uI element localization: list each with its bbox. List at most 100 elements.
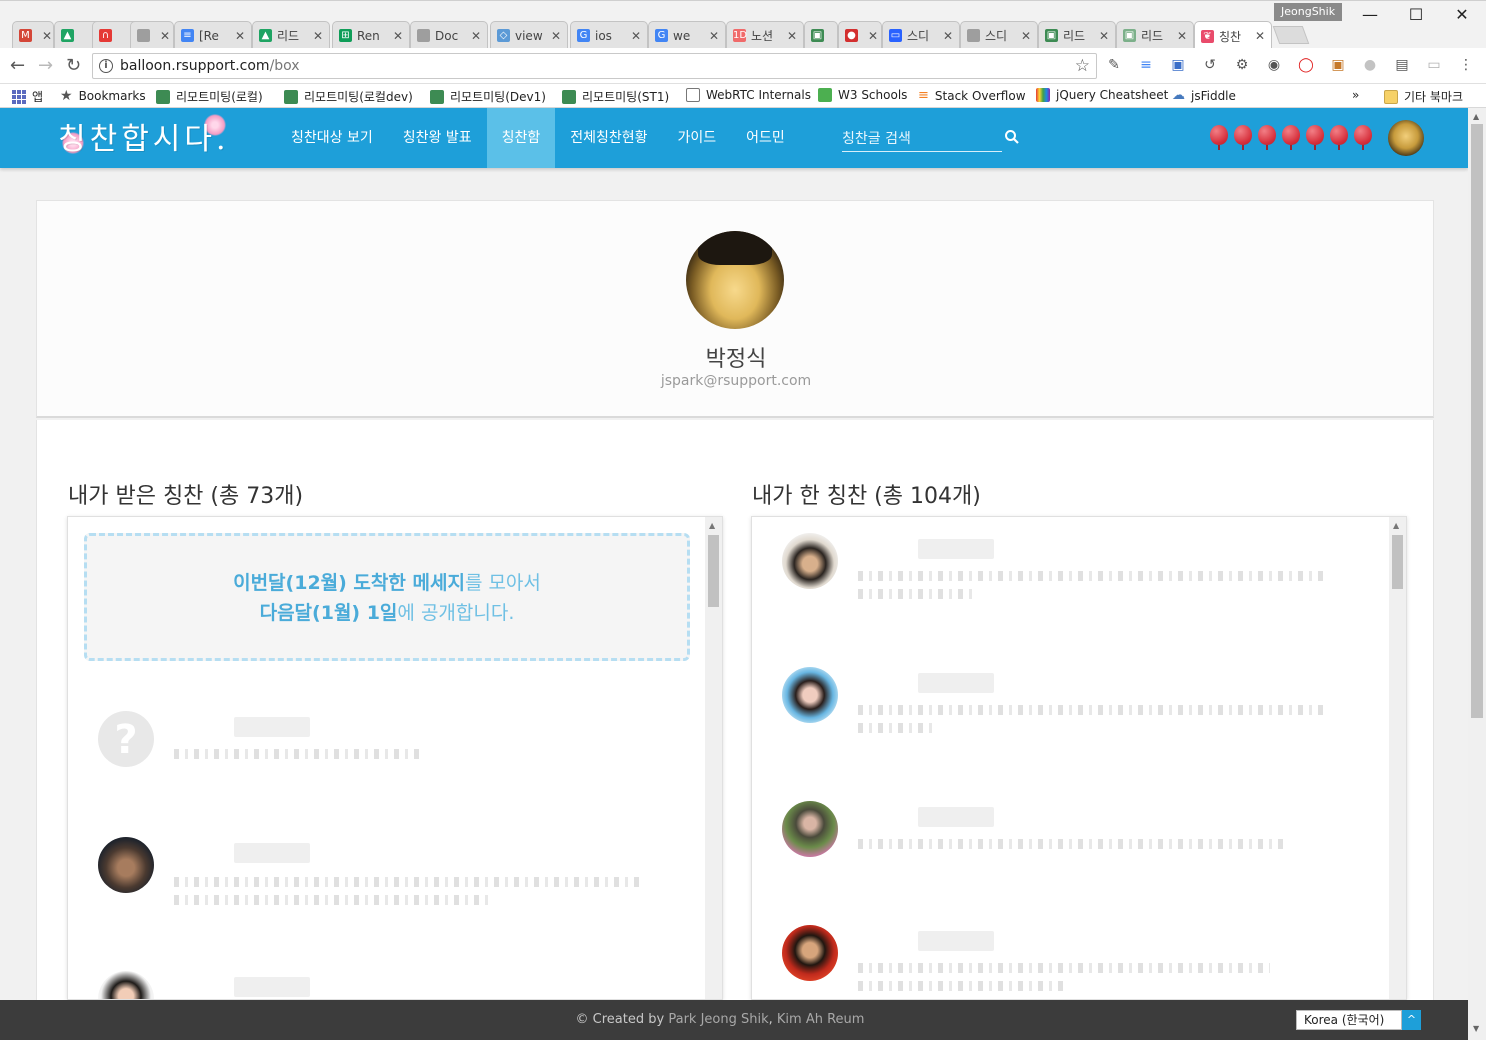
bookmark-remotemeeting-local[interactable]: 리모트미팅(로컬): [156, 88, 263, 105]
language-select[interactable]: Korea (한국어): [1296, 1010, 1402, 1030]
sent-item[interactable]: [782, 801, 1362, 871]
scroll-thumb[interactable]: [1392, 535, 1403, 589]
browser-tab[interactable]: ❦ 칭찬 ✕: [1194, 21, 1272, 50]
bookmark-remotemeeting-st1[interactable]: 리모트미팅(ST1): [562, 88, 669, 105]
address-url[interactable]: balloon.rsupport.com/box: [120, 58, 300, 74]
tab-close-icon[interactable]: ✕: [943, 29, 953, 43]
browser-tab[interactable]: Gwe ✕: [648, 21, 726, 49]
browser-tab[interactable]: Gios ✕: [570, 21, 648, 49]
bookmark-jsfiddle[interactable]: ☁ jsFiddle: [1172, 88, 1236, 103]
tab-close-icon[interactable]: ✕: [235, 29, 245, 43]
bookmark-apps[interactable]: 앱: [12, 88, 43, 105]
browser-tab[interactable]: ◇ view ✕: [490, 21, 568, 49]
browser-tab[interactable]: M ✕: [12, 21, 54, 49]
tab-close-icon[interactable]: ✕: [868, 29, 878, 43]
sent-item[interactable]: [782, 533, 1362, 603]
bookmark-webrtc-internals[interactable]: WebRTC Internals: [686, 88, 811, 102]
bookmarks-overflow-chevron[interactable]: »: [1352, 88, 1359, 102]
received-praise-list[interactable]: 이번달(12월) 도착한 메세지를 모아서 다음달(1월) 1일에 공개합니다.…: [67, 516, 723, 1000]
browser-tab[interactable]: ▲ 리드 ✕: [252, 21, 330, 49]
back-arrow-icon[interactable]: ←: [10, 56, 25, 76]
cast-extension-icon[interactable]: ▭: [1426, 57, 1442, 73]
tab-close-icon[interactable]: ✕: [709, 29, 719, 43]
forward-arrow-icon[interactable]: →: [38, 56, 53, 76]
opera-extension-icon[interactable]: ◯: [1298, 57, 1314, 73]
browser-tab[interactable]: ▣: [804, 21, 838, 49]
praise-search-input[interactable]: 칭찬글 검색: [842, 128, 1002, 152]
tab-close-icon[interactable]: ✕: [1177, 29, 1187, 43]
received-list-scrollbar[interactable]: ▲: [705, 517, 722, 999]
tab-close-icon[interactable]: ✕: [42, 29, 52, 43]
browser-tab[interactable]: 스디 ✕: [960, 21, 1038, 49]
browser-tab[interactable]: ▭ 스디 ✕: [882, 21, 960, 49]
bookmark-remotemeeting-localdev[interactable]: 리모트미팅(로컬dev): [284, 88, 413, 105]
bookmark-jquery-cheatsheet[interactable]: jQuery Cheatsheet: [1036, 88, 1168, 102]
scroll-down-icon[interactable]: ▼: [1473, 1024, 1479, 1033]
bookmark-remotemeeting-dev1[interactable]: 리모트미팅(Dev1): [430, 88, 546, 105]
new-tab-button[interactable]: [1272, 26, 1310, 44]
bookmark-w3schools[interactable]: W3 Schools: [818, 88, 907, 102]
sent-list-scrollbar[interactable]: ▲: [1389, 517, 1406, 999]
tab-close-icon[interactable]: ✕: [787, 29, 797, 43]
search-icon[interactable]: [1004, 129, 1020, 145]
browser-tab[interactable]: ● ✕: [838, 21, 882, 49]
tab-close-icon[interactable]: ✕: [631, 29, 641, 43]
scroll-thumb[interactable]: [708, 535, 719, 607]
minimize-icon[interactable]: —: [1360, 5, 1380, 25]
maximize-icon[interactable]: ☐: [1406, 5, 1426, 25]
received-item[interactable]: [98, 837, 678, 907]
user-avatar[interactable]: [1388, 120, 1424, 156]
film-extension-icon[interactable]: ▤: [1394, 57, 1410, 73]
received-item[interactable]: [98, 971, 678, 999]
chrome-menu-icon[interactable]: ⋮: [1458, 57, 1474, 73]
sent-praise-list[interactable]: ▲: [751, 516, 1407, 1000]
close-window-icon[interactable]: ✕: [1452, 5, 1472, 25]
settings-gear-icon[interactable]: ⚙: [1234, 57, 1250, 73]
tab-close-icon[interactable]: ✕: [393, 29, 403, 43]
disabled-extension-icon[interactable]: ●: [1362, 57, 1378, 73]
nav-guide[interactable]: 가이드: [663, 108, 732, 168]
sent-item[interactable]: [782, 925, 1362, 995]
profile-name-chip[interactable]: JeongShik: [1274, 3, 1343, 21]
screen-capture-extension-icon[interactable]: ▣: [1170, 57, 1186, 73]
scroll-up-icon[interactable]: ▲: [1473, 112, 1479, 121]
browser-tab[interactable]: ✕: [130, 21, 174, 49]
tab-close-icon[interactable]: ✕: [1255, 29, 1265, 43]
browser-tab[interactable]: ⊞ Ren ✕: [332, 21, 410, 49]
site-info-icon[interactable]: i: [99, 59, 113, 73]
nav-admin[interactable]: 어드민: [731, 108, 800, 168]
browser-tab[interactable]: ≡ [Re ✕: [174, 21, 252, 49]
nav-view-targets[interactable]: 칭찬대상 보기: [276, 108, 388, 168]
history-extension-icon[interactable]: ↺: [1202, 57, 1218, 73]
bookmark-stackoverflow[interactable]: ≡ Stack Overflow: [918, 88, 1026, 103]
reload-icon[interactable]: ↻: [66, 56, 81, 76]
translate-extension-icon[interactable]: ≡: [1138, 57, 1154, 73]
page-scroll-thumb[interactable]: [1471, 124, 1483, 718]
bookmark-bookmarks-folder[interactable]: ★ Bookmarks: [60, 88, 146, 104]
browser-tab[interactable]: ▣ 리드 ✕: [1116, 21, 1194, 49]
scroll-top-button[interactable]: ^: [1402, 1010, 1421, 1030]
briefcase-extension-icon[interactable]: ▣: [1330, 57, 1346, 73]
browser-tab[interactable]: 1D 노션 ✕: [726, 21, 804, 49]
tab-close-icon[interactable]: ✕: [160, 29, 170, 43]
nav-king-announce[interactable]: 칭찬왕 발표: [388, 108, 487, 168]
nav-praise-box[interactable]: 칭찬함: [486, 108, 556, 168]
other-bookmarks-folder[interactable]: 기타 북마크: [1384, 88, 1463, 105]
tab-close-icon[interactable]: ✕: [1021, 29, 1031, 43]
eyedropper-extension-icon[interactable]: ✎: [1106, 57, 1122, 73]
received-item[interactable]: ?: [98, 711, 678, 781]
tab-close-icon[interactable]: ✕: [1099, 29, 1109, 43]
tab-close-icon[interactable]: ✕: [471, 29, 481, 43]
bookmark-star-icon[interactable]: ☆: [1075, 56, 1090, 76]
scroll-up-icon[interactable]: ▲: [1393, 521, 1399, 530]
tab-close-icon[interactable]: ✕: [313, 29, 323, 43]
browser-tab[interactable]: ▣ 리드 ✕: [1038, 21, 1116, 49]
browser-tab[interactable]: Doc ✕: [410, 21, 488, 49]
site-logo[interactable]: 칭찬합시다.: [58, 114, 230, 158]
address-bar[interactable]: i balloon.rsupport.com/box ☆: [92, 53, 1097, 79]
camera-extension-icon[interactable]: ◉: [1266, 57, 1282, 73]
scroll-up-icon[interactable]: ▲: [709, 521, 715, 530]
page-scrollbar[interactable]: ▲ ▼: [1468, 108, 1486, 1040]
sent-item[interactable]: [782, 667, 1362, 737]
tab-close-icon[interactable]: ✕: [551, 29, 561, 43]
